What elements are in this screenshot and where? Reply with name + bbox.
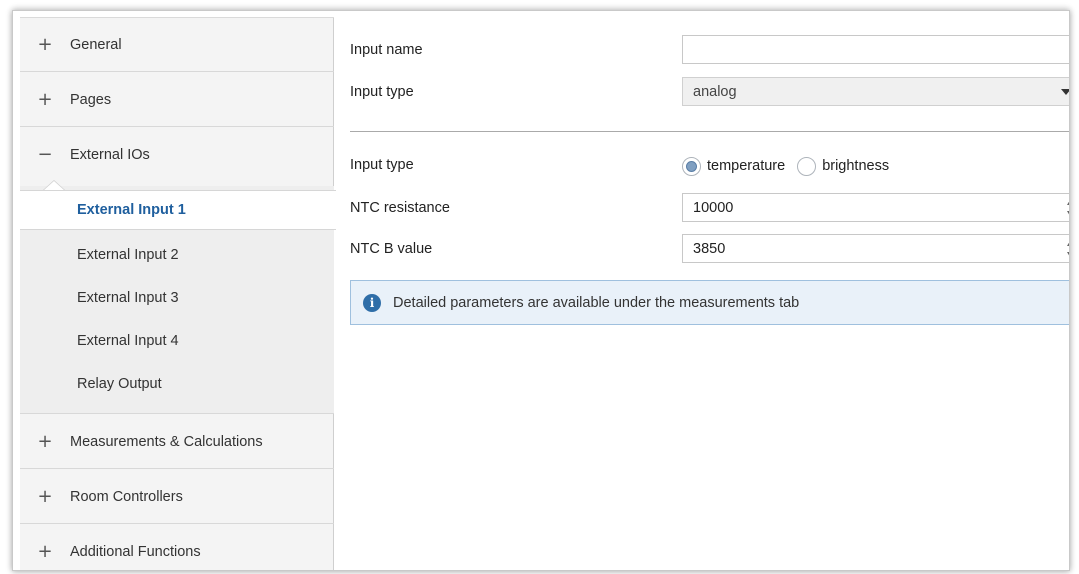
info-icon: i xyxy=(363,293,381,312)
expand-plus-icon: + xyxy=(37,485,53,507)
spinner-arrows-icon[interactable] xyxy=(1067,199,1069,217)
sidebar-subitem-external-input-2[interactable]: External Input 2 xyxy=(20,235,334,275)
parameters-window: + General + Pages − External IOs Externa… xyxy=(12,10,1070,571)
parameters-panel: Input name Input type analog Input type … xyxy=(335,17,1069,570)
ntc-resistance-label: NTC resistance xyxy=(350,200,450,216)
sidebar-item-pages[interactable]: + Pages xyxy=(20,73,334,127)
sidebar-item-general[interactable]: + General xyxy=(20,18,334,72)
input-type-selected-value: analog xyxy=(693,83,737,100)
radio-unselected-icon xyxy=(797,156,817,176)
input-name-field[interactable] xyxy=(682,35,1069,64)
expand-plus-icon: + xyxy=(37,88,53,110)
sidebar-item-room-controllers[interactable]: + Room Controllers xyxy=(20,470,334,524)
sidebar-item-label: Measurements & Calculations xyxy=(70,433,263,450)
active-pointer xyxy=(44,181,64,190)
sidebar-subitem-external-input-1[interactable]: External Input 1 xyxy=(20,190,336,230)
ntc-b-value-label: NTC B value xyxy=(350,241,433,257)
sidebar-subitem-external-input-4[interactable]: External Input 4 xyxy=(20,321,334,361)
sidebar-item-external-ios[interactable]: − External IOs xyxy=(20,128,334,182)
sidebar-item-additional-functions[interactable]: + Additional Functions xyxy=(20,525,334,570)
spinner-arrows-icon[interactable] xyxy=(1067,240,1069,258)
input-type-label: Input type xyxy=(350,84,414,100)
sensor-type-radio-group: temperature brightness xyxy=(682,153,901,179)
collapse-minus-icon: − xyxy=(37,144,53,165)
chevron-down-icon xyxy=(1061,89,1069,95)
expand-plus-icon: + xyxy=(37,430,53,452)
radio-label: temperature xyxy=(707,158,786,174)
sidebar-item-label: General xyxy=(70,36,122,53)
sidebar-item-label: Additional Functions xyxy=(70,544,201,560)
sidebar: + General + Pages − External IOs Externa… xyxy=(20,17,336,570)
ntc-resistance-value: 10000 xyxy=(693,199,734,216)
sidebar-subitem-external-input-3[interactable]: External Input 3 xyxy=(20,278,334,318)
sidebar-subitem-relay-output[interactable]: Relay Output xyxy=(20,364,334,404)
sidebar-item-label: Room Controllers xyxy=(70,488,183,505)
input-name-label: Input name xyxy=(350,42,423,58)
sensor-type-label: Input type xyxy=(350,157,414,173)
sidebar-item-label: Pages xyxy=(70,91,112,108)
section-divider xyxy=(350,131,1069,132)
ntc-b-value-spinbox[interactable]: 3850 xyxy=(682,234,1069,263)
radio-selected-icon xyxy=(682,156,701,176)
info-text: Detailed parameters are available under … xyxy=(393,294,800,311)
radio-label: brightness xyxy=(822,158,890,174)
info-banner: i Detailed parameters are available unde… xyxy=(350,280,1069,325)
expand-plus-icon: + xyxy=(37,541,53,562)
ntc-resistance-spinbox[interactable]: 10000 xyxy=(682,193,1069,222)
sidebar-item-label: External IOs xyxy=(70,147,150,163)
input-type-dropdown[interactable]: analog xyxy=(682,77,1069,106)
radio-temperature[interactable]: temperature xyxy=(682,156,786,176)
expand-plus-icon: + xyxy=(37,33,53,55)
sidebar-item-measurements-calculations[interactable]: + Measurements & Calculations xyxy=(20,415,334,469)
radio-brightness[interactable]: brightness xyxy=(797,156,890,176)
ntc-b-value-value: 3850 xyxy=(693,240,726,257)
